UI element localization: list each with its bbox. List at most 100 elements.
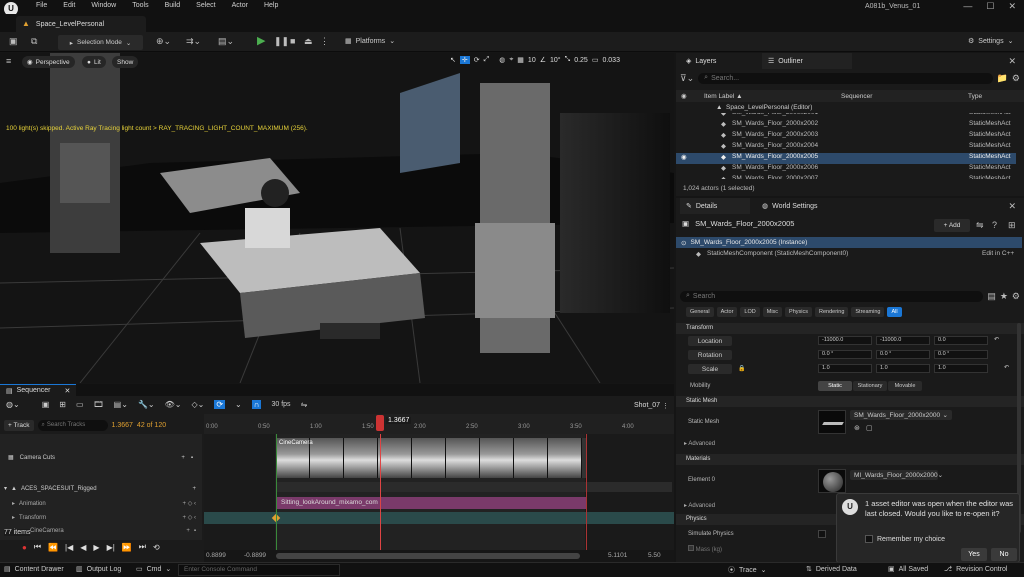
remember-checkbox[interactable]	[865, 535, 873, 543]
track-spacesuit[interactable]: ▾ ▲ ACES_SPACESUIT_Rigged +	[4, 485, 196, 493]
selection-mode-dropdown[interactable]: ▸ Selection Mode ⌄	[58, 35, 143, 50]
minimize-icon[interactable]: —	[963, 1, 972, 12]
scale-dropdown[interactable]: Scale	[688, 364, 732, 374]
simulate-physics-checkbox[interactable]	[818, 530, 826, 538]
static-mesh-section[interactable]: Static Mesh	[676, 396, 1024, 407]
location-z-field[interactable]: 0.0	[934, 336, 988, 345]
grid-icon[interactable]: ⊞	[1008, 221, 1016, 230]
add-track-button[interactable]: + Track	[4, 419, 34, 431]
rotation-snap-icon[interactable]: ∠	[540, 56, 546, 64]
mobility-static[interactable]: Static	[818, 381, 852, 391]
move-icon[interactable]: ✛	[459, 56, 470, 64]
find-icon[interactable]: ⊞	[59, 400, 66, 409]
menu-select[interactable]: Select	[196, 2, 215, 9]
save-icon[interactable]: ▣	[42, 400, 50, 409]
rotate-icon[interactable]: ⟳	[474, 56, 480, 64]
camera-speed-icon[interactable]: ▭	[592, 56, 599, 64]
browse-asset-icon[interactable]: ⊛	[854, 424, 860, 432]
blueprint-icon[interactable]: ⇉⌄	[186, 37, 201, 46]
track-search-input[interactable]: ⌕ Search Tracks	[37, 419, 108, 431]
derived-data-button[interactable]: ⇅ Derived Data	[806, 565, 857, 574]
timeline-scrollbar[interactable]	[276, 553, 580, 559]
range-end-marker[interactable]	[586, 434, 587, 562]
materials-section[interactable]: Materials	[676, 454, 1024, 465]
tab-world-settings[interactable]: ◍ World Settings	[756, 198, 824, 214]
add-icon[interactable]: +	[186, 528, 190, 534]
output-log-button[interactable]: ▥ Output Log	[76, 565, 121, 574]
auto-key-icon[interactable]: ⟳	[214, 400, 226, 409]
working-range-end[interactable]: 5.50	[648, 552, 661, 559]
static-mesh-dropdown[interactable]: SM_Wards_Floor_2000x2000 ⌄	[850, 410, 952, 420]
lock-icon[interactable]: 🔒	[738, 365, 745, 372]
visibility-icon[interactable]: ◉	[681, 153, 687, 161]
close-icon[interactable]: ✕	[1008, 1, 1016, 12]
outliner-row[interactable]: ◆ SM_Wards_Floor_2000x2006 StaticMeshAct	[676, 164, 1016, 175]
current-time[interactable]: 1.3667	[112, 422, 133, 429]
scale-icon[interactable]: ⤢	[484, 56, 490, 64]
table-view-icon[interactable]: ▤	[987, 291, 996, 301]
static-mesh-thumbnail[interactable]	[818, 410, 846, 434]
filter-all[interactable]: All	[887, 307, 902, 317]
add-actor-icon[interactable]: ⊕⌄	[156, 37, 171, 46]
lit-button[interactable]: ● Lit	[82, 56, 106, 68]
menu-window[interactable]: Window	[91, 2, 116, 9]
blueprint-icon[interactable]: ⇋	[976, 221, 984, 230]
view-range-start[interactable]: 0.8899	[206, 552, 226, 559]
mobility-stationary[interactable]: Stationary	[853, 381, 887, 391]
scale-y-field[interactable]: 1.0	[876, 364, 930, 373]
rotation-dropdown[interactable]: Rotation	[688, 350, 732, 360]
surface-snap-icon[interactable]: ⌖	[509, 56, 513, 64]
rotation-snap-value[interactable]: 10°	[550, 57, 561, 64]
view-icon[interactable]: 👁⌄	[165, 400, 182, 409]
filter-general[interactable]: General	[686, 307, 714, 317]
range-start-marker[interactable]	[276, 434, 277, 562]
location-y-field[interactable]: -11000.0	[876, 336, 930, 345]
loop-icon[interactable]: ⟲	[153, 543, 160, 552]
add-key-icon[interactable]: + ◇ ‹	[183, 514, 196, 521]
rotation-z-field[interactable]: 0.0 °	[934, 350, 988, 359]
cinematics-icon[interactable]: ▤⌄	[218, 37, 234, 46]
close-icon[interactable]: ✕	[1008, 202, 1016, 211]
working-range-start[interactable]: -0.8899	[244, 552, 266, 559]
eject-icon[interactable]: ⏏	[304, 37, 313, 46]
level-viewport[interactable]: ≡ ◉ Perspective ● Lit Show ↖ ✛ ⟳ ⤢ ◍ ⌖ ▦…	[0, 53, 674, 383]
revision-control-button[interactable]: ⎇ Revision Control	[944, 565, 1007, 574]
scale-z-field[interactable]: 1.0	[934, 364, 988, 373]
show-button[interactable]: Show	[112, 56, 139, 68]
advanced-toggle-materials[interactable]: ▸ Advanced	[684, 502, 715, 509]
remember-choice-row[interactable]: Remember my choice	[865, 535, 945, 543]
hamburger-icon[interactable]: ≡	[6, 57, 11, 66]
details-search-input[interactable]: ⌕ Search	[680, 290, 984, 302]
record-icon[interactable]: ●	[22, 543, 27, 552]
render-icon[interactable]: 🎞	[94, 400, 104, 409]
camera-speed-value[interactable]: 0.033	[602, 57, 620, 64]
lock-icon[interactable]: ▪	[194, 528, 196, 534]
browse-icon[interactable]: ⧉	[31, 37, 37, 46]
outliner-row[interactable]: ◆ SM_Wards_Floor_2000x2001 StaticMeshAct	[676, 113, 1016, 120]
grid-snap-icon[interactable]: ▦	[517, 56, 524, 64]
grid-snap-value[interactable]: 10	[528, 57, 536, 64]
col-item-label[interactable]: Item Label ▲	[704, 93, 743, 100]
menu-file[interactable]: File	[36, 2, 47, 9]
location-x-field[interactable]: -11000.0	[818, 336, 872, 345]
filter-physics[interactable]: Physics	[785, 307, 812, 317]
shot-settings-icon[interactable]: ⋮	[662, 402, 669, 410]
jump-start-icon[interactable]: ⏮	[34, 542, 41, 552]
stop-icon[interactable]: ■	[290, 37, 295, 46]
maximize-icon[interactable]: ☐	[986, 1, 994, 12]
playhead-line[interactable]	[380, 434, 381, 562]
tab-layers[interactable]: ◈ Layers	[680, 53, 722, 69]
track-cinecamera[interactable]: CineCamera + ▪	[30, 528, 196, 534]
reset-icon[interactable]: ↶	[994, 336, 999, 343]
instance-row[interactable]: ⊙ SM_Wards_Floor_2000x2005 (Instance)	[676, 237, 1022, 248]
tab-sequencer[interactable]: ▤ Sequencer ✕	[0, 384, 77, 396]
save-icon[interactable]: ▣	[9, 37, 18, 46]
visibility-icon[interactable]: ◉	[681, 92, 687, 100]
fps-dropdown[interactable]: 30 fps	[271, 401, 290, 408]
film-icon[interactable]: ▤⌄	[114, 400, 128, 409]
rotation-y-field[interactable]: 0.0 °	[876, 350, 930, 359]
track-animation[interactable]: ▸ Animation + ◇ ‹	[12, 500, 196, 508]
select-icon[interactable]: ↖	[450, 56, 456, 64]
timeline[interactable]: 0:000:501:001:502:002:503:003:504:004:50…	[204, 414, 674, 562]
help-icon[interactable]: ?	[992, 221, 997, 230]
